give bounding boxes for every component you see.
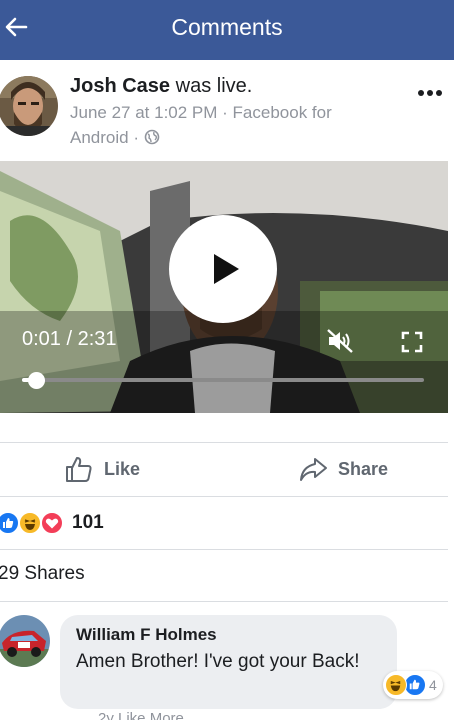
fullscreen-icon[interactable] (401, 331, 423, 353)
commenter-name[interactable]: William F Holmes (76, 625, 217, 645)
thumbs-up-icon (66, 457, 92, 482)
muted-speaker-icon[interactable] (326, 328, 354, 354)
post-meta: June 27 at 1:02 PM · Facebook for Androi… (70, 100, 370, 152)
video-scrubber-handle[interactable] (27, 372, 45, 389)
love-reaction-icon (40, 511, 64, 535)
post-action-text: was live. (175, 75, 253, 97)
divider (0, 442, 448, 443)
share-button[interactable]: Share (298, 452, 388, 486)
like-button[interactable]: Like (64, 452, 140, 486)
post-source: Android · (70, 128, 139, 147)
comment-reaction-count: 4 (429, 677, 437, 693)
reaction-count: 101 (72, 512, 104, 533)
like-reaction-icon (404, 674, 426, 696)
like-reaction-icon (0, 511, 20, 535)
divider (0, 549, 448, 550)
divider (0, 496, 448, 497)
globe-icon (144, 127, 160, 152)
shares-count[interactable]: 29 Shares (0, 563, 85, 585)
haha-reaction-icon (18, 511, 42, 535)
divider (0, 601, 448, 602)
video-time: 0:01 / 2:31 (22, 328, 117, 350)
reactions-summary[interactable]: 101 (0, 509, 104, 537)
like-label: Like (104, 458, 141, 479)
post-author-line: Josh Case was live. (70, 75, 252, 98)
commenter-avatar[interactable] (0, 615, 50, 667)
page-title: Comments (171, 14, 283, 40)
share-label: Share (338, 458, 389, 479)
share-arrow-icon (300, 458, 327, 481)
post-timestamp[interactable]: June 27 at 1:02 PM · Facebook for (70, 100, 370, 125)
top-bar: Comments (0, 0, 454, 60)
video-progress-bar[interactable] (22, 378, 424, 382)
comment-reactions[interactable]: 4 (383, 671, 443, 699)
author-name[interactable]: Josh Case (70, 75, 170, 97)
haha-reaction-icon (385, 674, 407, 696)
play-button[interactable] (169, 215, 277, 323)
play-icon (214, 254, 239, 284)
comment-text: Amen Brother! I've got your Back! (76, 651, 360, 672)
comment-footer[interactable]: 2y Like More (98, 710, 184, 720)
author-avatar[interactable] (0, 76, 58, 136)
more-options-icon[interactable] (416, 84, 444, 102)
